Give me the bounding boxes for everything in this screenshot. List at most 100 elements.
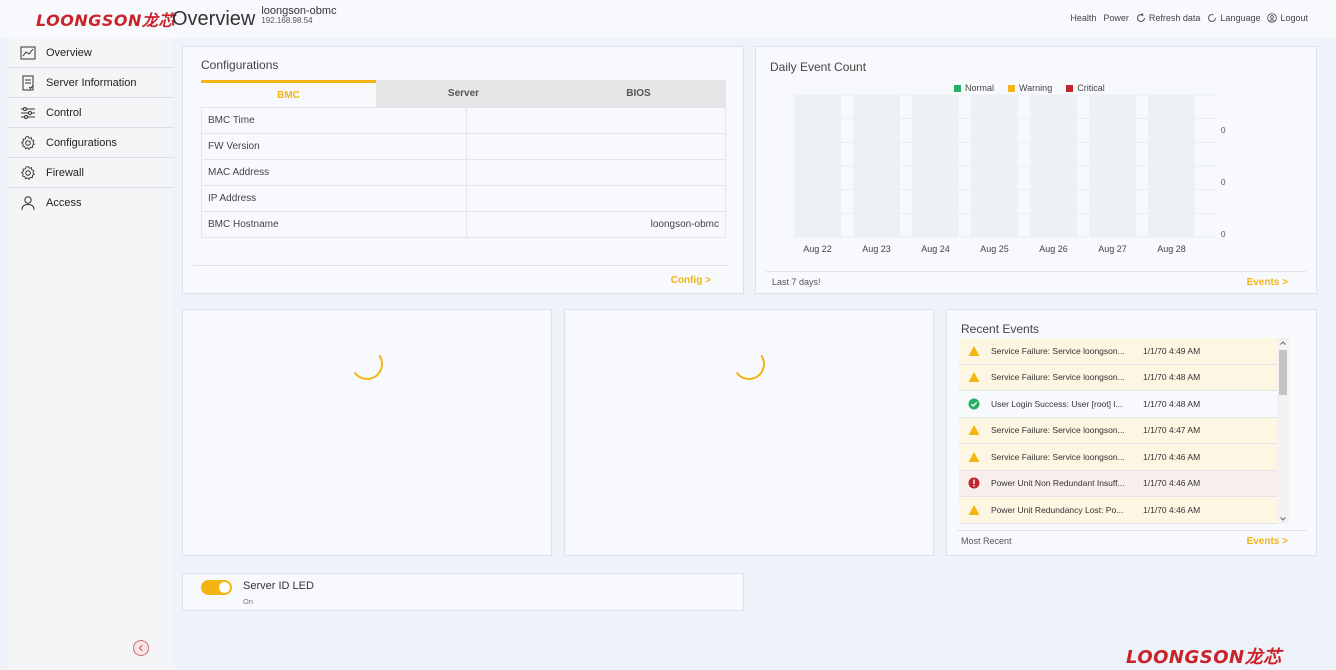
- chart-column-background: [794, 95, 841, 237]
- refresh-data-button[interactable]: Refresh data: [1136, 13, 1200, 23]
- scroll-down-icon[interactable]: [1279, 515, 1287, 523]
- sidebar-item-server-information[interactable]: Server Information: [8, 68, 174, 98]
- event-time: 1/1/70 4:49 AM: [1143, 345, 1201, 356]
- sidebar-item-overview[interactable]: Overview: [8, 38, 174, 68]
- sidebar-item-label: Configurations: [46, 136, 117, 149]
- language-label: Language: [1220, 13, 1261, 23]
- language-button[interactable]: Language: [1207, 13, 1260, 23]
- x-tick-label: Aug 26: [1039, 244, 1068, 254]
- x-tick-label: Aug 25: [980, 244, 1009, 254]
- top-header: LOONGSON龙芯 Overview loongson-obmc 192.16…: [0, 0, 1336, 38]
- header-actions: Health Power Refresh data Language Logou…: [1070, 13, 1308, 23]
- configurations-card: Configurations BMC Server BIOS BMC Time …: [182, 46, 744, 294]
- config-link[interactable]: Config >: [671, 275, 711, 286]
- event-text: Service Failure: Service loongson...: [991, 345, 1125, 356]
- sidebar-item-configurations[interactable]: Configurations: [8, 128, 174, 158]
- y-tick-label: 0: [1221, 126, 1226, 135]
- power-label: Power: [1103, 13, 1129, 23]
- legend-swatch-warning: [1008, 84, 1016, 92]
- sidebar-item-access[interactable]: Access: [8, 188, 174, 218]
- chart-column-background: [971, 95, 1018, 237]
- table-row: BMC Hostname loongson-obmc: [201, 211, 726, 238]
- config-tabs: BMC Server BIOS: [201, 80, 726, 107]
- chart-line-icon: [20, 45, 36, 61]
- recent-events-card: Recent Events Service Failure: Service l…: [946, 309, 1317, 556]
- event-time: 1/1/70 4:46 AM: [1143, 504, 1201, 515]
- warning-icon: [968, 451, 980, 463]
- led-state: On: [243, 597, 254, 606]
- list-item[interactable]: Service Failure: Service loongson... 1/1/…: [959, 364, 1277, 391]
- list-item[interactable]: Service Failure: Service loongson... 1/1/…: [959, 417, 1277, 444]
- configurations-title: Configurations: [201, 58, 279, 72]
- event-text: Service Failure: Service loongson...: [991, 425, 1125, 436]
- check-circle-icon: [968, 398, 980, 410]
- warning-icon: [968, 504, 980, 516]
- row-label: BMC Hostname: [201, 211, 467, 238]
- refresh-icon: [1136, 13, 1145, 22]
- sidebar-item-control[interactable]: Control: [8, 98, 174, 128]
- chart-legend: Normal Warning Critical: [954, 83, 1105, 93]
- server-info-icon: [20, 75, 36, 91]
- row-label: IP Address: [201, 185, 467, 212]
- legend-item-critical: Critical: [1066, 83, 1105, 93]
- x-tick-label: Aug 28: [1157, 244, 1186, 254]
- loading-spinner: [730, 345, 768, 383]
- row-label: FW Version: [201, 133, 467, 160]
- legend-label: Normal: [965, 83, 995, 93]
- power-link[interactable]: Power: [1103, 13, 1129, 23]
- sidebar-item-label: Server Information: [46, 76, 137, 89]
- warning-icon: [968, 424, 980, 436]
- gear-icon: [20, 135, 36, 151]
- logout-button[interactable]: Logout: [1267, 13, 1308, 23]
- sliders-icon: [20, 105, 36, 121]
- host-ip: 192.168.98.54: [261, 16, 313, 25]
- event-text: User Login Success: User [root] l...: [991, 398, 1123, 409]
- daily-event-title: Daily Event Count: [770, 60, 867, 74]
- led-toggle[interactable]: [201, 580, 232, 595]
- events-scrollbar[interactable]: [1277, 338, 1289, 524]
- y-tick-label: 0: [1221, 230, 1226, 239]
- scrollbar-thumb[interactable]: [1279, 350, 1287, 395]
- chart-column-background: [1089, 95, 1136, 237]
- loading-card-2: [564, 309, 934, 556]
- recent-events-link[interactable]: Events >: [1247, 536, 1288, 547]
- list-item[interactable]: User Login Success: User [root] l... 1/1/…: [959, 391, 1277, 418]
- tab-bmc[interactable]: BMC: [201, 80, 376, 107]
- x-tick-label: Aug 24: [921, 244, 950, 254]
- card-divider: [957, 530, 1307, 531]
- sidebar-item-firewall[interactable]: Firewall: [8, 158, 174, 188]
- list-item[interactable]: Power Unit Redundancy Lost: Po... 1/1/70 …: [959, 497, 1277, 524]
- tab-bios[interactable]: BIOS: [551, 80, 726, 107]
- tab-server[interactable]: Server: [376, 80, 551, 107]
- health-link[interactable]: Health: [1070, 13, 1096, 23]
- chart-column-background: [853, 95, 900, 237]
- card-divider: [766, 271, 1306, 272]
- events-link[interactable]: Events >: [1247, 277, 1288, 288]
- table-row: IP Address: [201, 185, 726, 212]
- chevron-left-icon: [138, 644, 143, 652]
- page-title: Overview: [172, 7, 256, 30]
- chart-column-background: [1030, 95, 1077, 237]
- event-time: 1/1/70 4:47 AM: [1143, 425, 1201, 436]
- list-item[interactable]: Service Failure: Service loongson... 1/1/…: [959, 338, 1277, 365]
- server-id-led-card: Server ID LED On: [182, 573, 744, 611]
- gear-icon: [20, 165, 36, 181]
- user-icon: [20, 195, 36, 211]
- legend-label: Critical: [1077, 83, 1105, 93]
- event-time: 1/1/70 4:48 AM: [1143, 372, 1201, 383]
- legend-label: Warning: [1019, 83, 1053, 93]
- daily-event-chart: Aug 22 Aug 23 Aug 24 Aug 25 Aug 26 Aug 27 Aug …: [794, 94, 1226, 254]
- row-value: loongson-obmc: [466, 211, 726, 238]
- row-value: [466, 159, 726, 186]
- legend-item-normal: Normal: [954, 83, 994, 93]
- toggle-knob: [219, 582, 230, 593]
- list-item[interactable]: Power Unit Non Redundant Insuff... 1/1/70…: [959, 470, 1277, 497]
- event-time: 1/1/70 4:46 AM: [1143, 478, 1201, 489]
- scroll-up-icon[interactable]: [1279, 339, 1287, 347]
- list-item[interactable]: Service Failure: Service loongson... 1/1/…: [959, 444, 1277, 471]
- row-value: [466, 133, 726, 160]
- sidebar-collapse-button[interactable]: [133, 640, 149, 656]
- card-divider: [193, 265, 728, 266]
- brand-logo: LOONGSON龙芯: [36, 11, 175, 30]
- x-tick-label: Aug 23: [862, 244, 891, 254]
